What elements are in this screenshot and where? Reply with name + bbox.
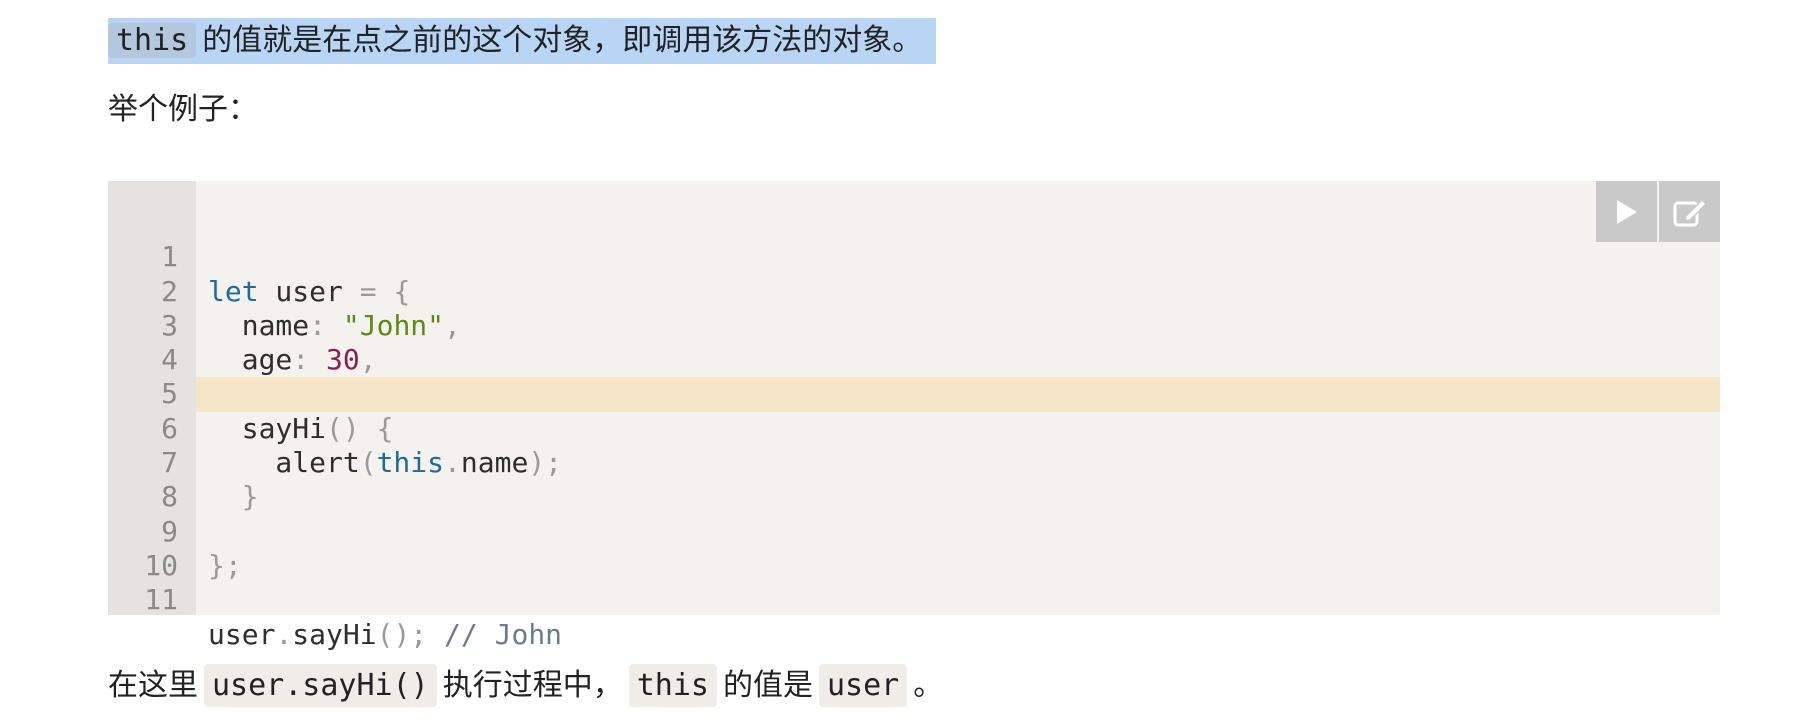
code-line: 8: [108, 446, 1720, 513]
inline-code-call: user.sayHi(): [204, 664, 437, 707]
code-line: 11 user.sayHi(); // John: [108, 549, 1720, 650]
intro-text: 的值就是在点之前的这个对象，即调用该方法的对象。: [202, 23, 923, 58]
code-line: 5 sayHi() {: [108, 343, 1720, 444]
example-label: 举个例子：: [108, 92, 258, 127]
text-selection: this 的值就是在点之前的这个对象，即调用该方法的对象。: [108, 18, 937, 64]
line-number: 5: [161, 377, 178, 411]
code-line: 1 let user = {: [108, 206, 1720, 307]
line-number: 11: [144, 583, 178, 617]
code-line: 2 name: "John",: [108, 240, 1720, 342]
code-line: 3 age: 30,: [108, 275, 1720, 376]
result-paragraph: 在这里 user.sayHi() 执行过程中， this 的值是 user。: [108, 662, 943, 710]
code-line: 10: [108, 515, 1720, 582]
code-block: 1 let user = { 2 name: "John", 3 age: 30…: [108, 181, 1720, 651]
inline-code-user: user: [819, 664, 908, 707]
code-line: 7 }: [108, 412, 1720, 513]
intro-paragraph: this 的值就是在点之前的这个对象，即调用该方法的对象。: [108, 18, 937, 64]
code-line: 4: [108, 309, 1720, 376]
code-line: 9 };: [108, 480, 1720, 582]
code-line-highlighted: 6 alert(this.name);: [161, 377, 1720, 479]
inline-code-this: this: [108, 23, 197, 58]
inline-code-this: this: [628, 664, 717, 707]
code-lines: 1 let user = { 2 name: "John", 3 age: 30…: [108, 206, 1720, 651]
